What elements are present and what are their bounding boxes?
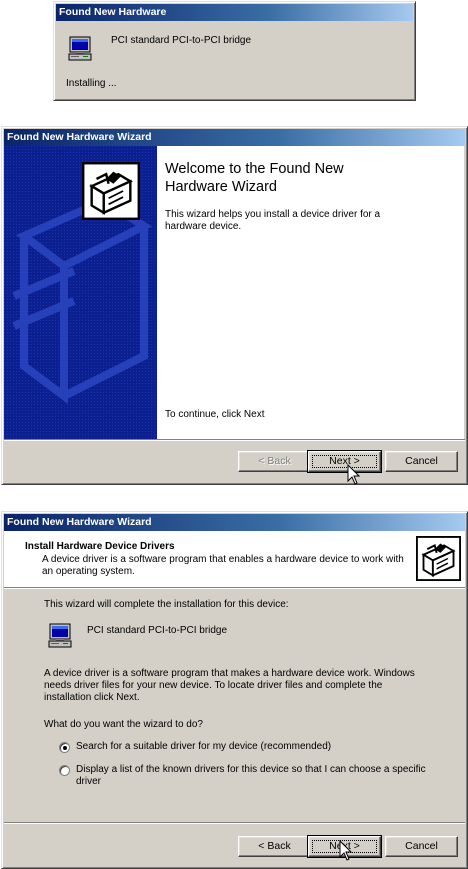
welcome-wizard-dialog: Found New Hardware Wizard Welcome to the…: [1, 126, 468, 485]
search-driver-label[interactable]: Search for a suitable driver for my devi…: [76, 741, 331, 752]
found-new-hardware-titlebar[interactable]: Found New Hardware: [56, 4, 413, 21]
list-drivers-radio[interactable]: [59, 765, 70, 776]
install-status: Installing ...: [66, 78, 117, 89]
back-button[interactable]: < Back: [238, 836, 311, 857]
button-separator: [4, 439, 465, 441]
install-drivers-titlebar[interactable]: Found New Hardware Wizard: [4, 514, 465, 531]
list-drivers-label[interactable]: Display a list of the known drivers for …: [76, 764, 436, 788]
intro-text: This wizard will complete the installati…: [44, 599, 289, 610]
wizard-heading-line2: Hardware Wizard: [165, 179, 277, 195]
computer-icon: [67, 35, 95, 63]
wizard-title: Found New Hardware Wizard: [7, 131, 152, 143]
button-separator: [4, 822, 465, 824]
driver-description: A device driver is a software program th…: [44, 668, 415, 703]
welcome-wizard-titlebar[interactable]: Found New Hardware Wizard: [4, 129, 465, 146]
header-subtitle: A device driver is a software program th…: [42, 554, 404, 577]
mouse-cursor-icon: [339, 840, 353, 862]
found-new-hardware-dialog: Found New Hardware PCI standard PCI-to-P…: [53, 1, 416, 101]
device-name: PCI standard PCI-to-PCI bridge: [111, 35, 252, 46]
computer-icon: [47, 622, 75, 650]
wizard-title: Found New Hardware Wizard: [7, 516, 152, 528]
cancel-button[interactable]: Cancel: [385, 451, 458, 472]
back-button[interactable]: < Back: [238, 451, 311, 472]
wizard-question: What do you want the wizard to do?: [44, 719, 203, 730]
dialog-title: Found New Hardware: [59, 6, 167, 18]
search-driver-radio[interactable]: [59, 742, 70, 753]
cancel-button[interactable]: Cancel: [385, 836, 458, 857]
wizard-heading: Welcome to the Found New Hardware Wizard: [165, 160, 455, 196]
wizard-heading-line1: Welcome to the Found New: [165, 161, 344, 177]
hardware-box-icon: [82, 162, 140, 220]
continue-instruction: To continue, click Next: [165, 409, 265, 420]
focus-rectangle: [312, 455, 377, 468]
next-button[interactable]: Next >: [307, 450, 382, 473]
hardware-box-icon: [416, 536, 461, 581]
wizard-description: This wizard helps you install a device d…: [165, 209, 381, 232]
mouse-cursor-icon: [347, 464, 361, 486]
header-title: Install Hardware Device Drivers: [25, 541, 175, 552]
header-separator: [4, 587, 465, 589]
device-name: PCI standard PCI-to-PCI bridge: [87, 625, 228, 636]
install-drivers-dialog: Found New Hardware Wizard Install Hardwa…: [1, 511, 468, 869]
